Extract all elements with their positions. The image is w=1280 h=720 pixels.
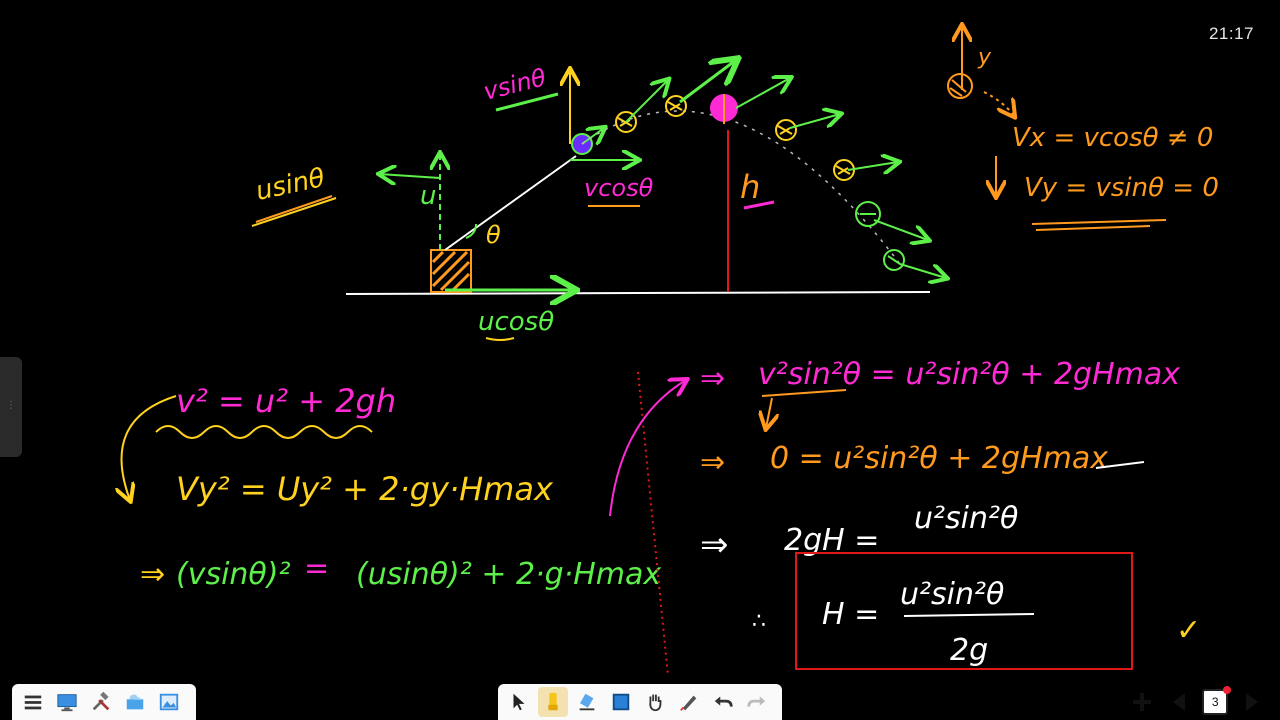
square-icon [612, 693, 630, 711]
y-axis-sketch: y [947, 26, 1014, 116]
svg-text:y: y [977, 45, 992, 70]
add-page-button[interactable] [1128, 687, 1157, 717]
vx-note: Vx = vcosθ ≠ 0 [1012, 123, 1213, 153]
eraser-icon [579, 693, 595, 711]
eq1: v² = u² + 2gh [176, 382, 396, 420]
side-panel-handle[interactable]: ⋮ [0, 357, 22, 457]
r3-right: u²sin²θ [914, 501, 1018, 536]
vy-note: Vy = vsinθ = 0 [1024, 173, 1219, 203]
monitor-button[interactable] [52, 687, 82, 717]
boxed-left: H = [822, 597, 879, 632]
undo-button[interactable] [708, 687, 738, 717]
eq3-left: (vsinθ)² [176, 557, 291, 592]
tick-mark: ✓ [1176, 613, 1201, 648]
therefore-sign: ∴ [752, 609, 766, 634]
hand-tool[interactable] [640, 687, 670, 717]
r2-arrow: ⇒ [700, 445, 725, 480]
toolbar-pages: 3 [1122, 684, 1272, 720]
theta-label: θ [486, 221, 501, 249]
pointer-icon [513, 693, 525, 711]
prev-page-button[interactable] [1165, 687, 1194, 717]
redo-icon [747, 696, 766, 707]
divider-dotted-line [637, 371, 669, 677]
eq3-eq: = [304, 551, 329, 586]
launch-vector [444, 155, 577, 251]
plus-icon [1133, 693, 1152, 711]
boxed-numerator: u²sin²θ [900, 577, 1004, 612]
next-page-button[interactable] [1238, 687, 1267, 717]
triangle-right-icon [1245, 693, 1258, 711]
eraser-tool[interactable] [572, 687, 602, 717]
page-list-button[interactable]: 3 [1201, 686, 1232, 717]
menu-button[interactable] [18, 687, 48, 717]
toolbar-left [12, 684, 196, 720]
r1: v²sin²θ = u²sin²θ + 2gHmax [758, 357, 1180, 392]
ucos-label: ucosθ [478, 307, 554, 337]
vcos-label: vcosθ [584, 174, 654, 202]
eq3-arrow: ⇒ [140, 557, 165, 592]
eq2: Vy² = Uy² + 2·gy·Hmax [176, 470, 554, 508]
notification-dot [1223, 686, 1232, 694]
curved-arrow-right [609, 380, 686, 517]
triangle-left-icon [1172, 693, 1185, 711]
r3-arrow: ⇒ [700, 525, 729, 565]
r1-arrow: ⇒ [700, 361, 725, 396]
hand-icon [649, 694, 662, 712]
image-icon [159, 693, 179, 711]
wavy-underline [155, 425, 373, 439]
smart-pen-tool[interactable] [674, 687, 704, 717]
eq3-right: (usinθ)² + 2·g·Hmax [356, 557, 661, 592]
curved-arrow-left [122, 395, 177, 500]
shape-tool[interactable] [606, 687, 636, 717]
whiteboard-canvas[interactable]: θ u usinθ ucosθ vsinθ vcosθ h y Vx = vco… [0, 0, 1280, 720]
tools-button[interactable] [86, 687, 116, 717]
smart-pen-icon [680, 695, 697, 711]
menu-icon [24, 695, 42, 710]
tools-icon [92, 691, 110, 711]
projectile-points [615, 60, 946, 278]
fraction-bar [903, 613, 1035, 617]
pointer-tool[interactable] [504, 687, 534, 717]
cloud-folder-icon [126, 694, 144, 710]
monitor-icon [57, 694, 77, 712]
undo-icon [714, 696, 733, 707]
highlighter-icon [548, 692, 558, 711]
page-number: 3 [1211, 695, 1219, 709]
r2: 0 = u²sin²θ + 2gHmax [770, 441, 1108, 476]
toolbar-drawing [498, 684, 782, 720]
h-label: h [740, 168, 760, 206]
boxed-denominator: 2g [950, 633, 988, 668]
usin-arrow [380, 174, 441, 178]
highlighter-tool[interactable] [538, 687, 568, 717]
image-button[interactable] [154, 687, 184, 717]
clock: 21:17 [1208, 24, 1254, 43]
cloud-folder-button[interactable] [120, 687, 150, 717]
redo-button[interactable] [742, 687, 772, 717]
launch-block [430, 249, 472, 293]
page-number-badge: 3 [1202, 686, 1232, 715]
grip-icon: ⋮ [6, 400, 16, 411]
u-label: u [420, 181, 436, 211]
